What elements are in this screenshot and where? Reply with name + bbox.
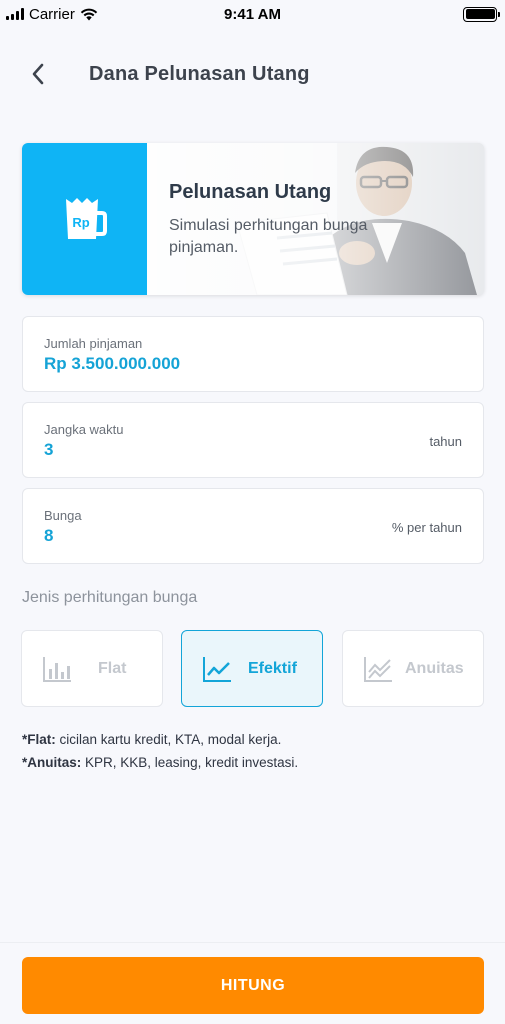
area-chart-icon	[364, 657, 392, 682]
note-flat-text: cicilan kartu kredit, KTA, modal kerja.	[55, 732, 282, 747]
banner-icon-text: Rp	[72, 215, 89, 230]
banner-title: Pelunasan Utang	[169, 181, 332, 203]
nav-bar: Dana Pelunasan Utang	[0, 52, 505, 96]
interest-label: Bunga	[44, 508, 82, 523]
interest-type-efektif[interactable]: Efektif	[181, 630, 323, 707]
interest-value[interactable]: 8	[44, 526, 53, 546]
term-field[interactable]: Jangka waktu 3 tahun	[22, 402, 484, 478]
wifi-icon	[80, 8, 98, 20]
banner-subtitle: Simulasi perhitungan bunga pinjaman.	[169, 217, 368, 256]
note-anuitas: *Anuitas: KPR, KKB, leasing, kredit inve…	[22, 755, 298, 770]
page-title: Dana Pelunasan Utang	[89, 63, 310, 85]
signal-icon	[6, 8, 24, 20]
status-time: 9:41 AM	[224, 5, 281, 23]
interest-field[interactable]: Bunga 8 % per tahun	[22, 488, 484, 564]
term-label: Jangka waktu	[44, 422, 124, 437]
bar-chart-icon	[43, 657, 71, 682]
loan-amount-value[interactable]: Rp 3.500.000.000	[44, 354, 180, 374]
loan-amount-label: Jumlah pinjaman	[44, 336, 143, 351]
flat-label: Flat	[98, 660, 127, 677]
anuitas-label: Anuitas	[405, 660, 464, 677]
note-anuitas-term: *Anuitas:	[22, 755, 82, 770]
efektif-label: Efektif	[248, 660, 297, 677]
banner-photo: Pelunasan Utang Simulasi perhitungan bun…	[147, 143, 484, 295]
banner-icon-box: Rp	[22, 143, 147, 295]
interest-type-anuitas[interactable]: Anuitas	[342, 630, 484, 707]
info-banner: Rp Pelunasan Utang Simulasi perhitungan …	[22, 143, 484, 295]
term-unit: tahun	[429, 434, 462, 449]
note-anuitas-text: KPR, KKB, leasing, kredit investasi.	[81, 755, 299, 770]
back-button[interactable]	[26, 62, 50, 86]
status-bar: Carrier 9:41 AM	[0, 0, 505, 28]
interest-unit: % per tahun	[391, 520, 462, 535]
carrier-label: Carrier	[29, 5, 75, 23]
chevron-left-icon	[32, 63, 44, 85]
calculate-button[interactable]: HITUNG	[22, 957, 484, 1014]
interest-type-heading: Jenis perhitungan bunga	[22, 589, 198, 606]
status-left: Carrier	[6, 6, 98, 23]
note-flat-term: *Flat:	[22, 732, 56, 747]
line-chart-icon	[203, 657, 231, 682]
note-flat: *Flat: cicilan kartu kredit, KTA, modal …	[22, 732, 281, 747]
battery-icon	[463, 6, 500, 22]
money-bag-icon: Rp	[65, 198, 107, 239]
interest-type-flat[interactable]: Flat	[21, 630, 163, 707]
loan-amount-field[interactable]: Jumlah pinjaman Rp 3.500.000.000	[22, 316, 484, 392]
term-value[interactable]: 3	[44, 440, 53, 460]
